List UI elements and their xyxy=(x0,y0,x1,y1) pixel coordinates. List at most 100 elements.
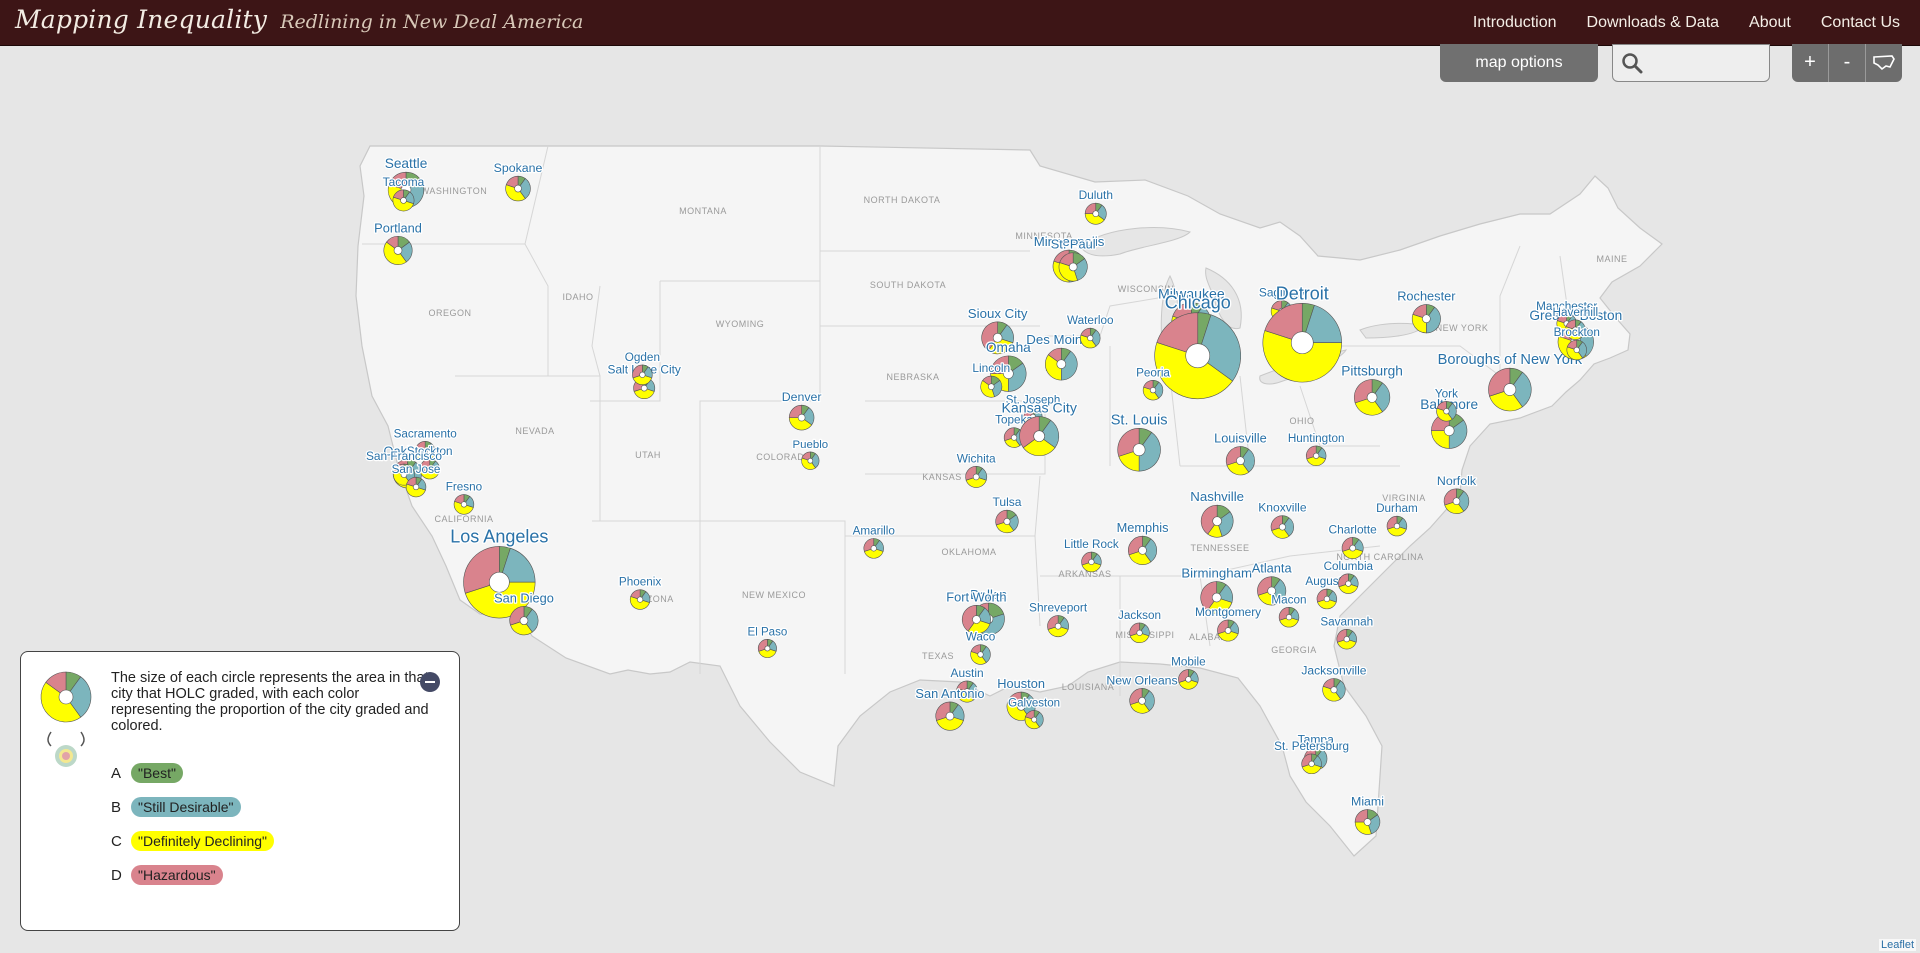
donut-hole xyxy=(514,184,522,193)
city-label[interactable]: Huntington xyxy=(1287,431,1346,447)
zoom-out-button[interactable]: - xyxy=(1829,44,1866,82)
nav-about[interactable]: About xyxy=(1749,14,1791,32)
site-brand[interactable]: Mapping Inequality Redlining in New Deal… xyxy=(15,5,583,34)
city-label[interactable]: Nashville xyxy=(1189,488,1245,506)
donut-hole xyxy=(640,384,648,392)
city-label[interactable]: Atlanta xyxy=(1250,559,1293,577)
city-label[interactable]: Waterloo xyxy=(1066,313,1115,329)
city-label[interactable]: Los Angeles xyxy=(449,525,550,548)
leaflet-attribution[interactable]: Leaflet xyxy=(1878,939,1916,951)
city-label[interactable]: Little Rock xyxy=(1063,537,1120,553)
city-label[interactable]: Houston xyxy=(996,675,1046,693)
city-label[interactable]: Peoria xyxy=(1135,365,1172,381)
city-label[interactable]: Detroit xyxy=(1274,282,1330,305)
donut-hole xyxy=(58,689,74,705)
city-label[interactable]: Waco xyxy=(965,629,998,645)
top-navbar: Mapping Inequality Redlining in New Deal… xyxy=(0,0,1920,46)
city-label[interactable]: Austin xyxy=(949,665,985,682)
city-label[interactable]: Seattle xyxy=(383,155,428,173)
city-label[interactable]: Norfolk xyxy=(1436,473,1478,490)
city-label[interactable]: San Antonio xyxy=(914,685,986,703)
city-label[interactable]: Omaha xyxy=(985,339,1033,357)
city-label[interactable]: Amarillo xyxy=(851,523,896,539)
city-label[interactable]: Pittsburgh xyxy=(1340,362,1404,380)
reset-view-button[interactable] xyxy=(1866,44,1902,82)
map-options-button[interactable]: map options xyxy=(1440,44,1598,82)
rotate-arrow-right-icon xyxy=(80,731,85,747)
city-label[interactable]: Wichita xyxy=(955,450,997,467)
city-label[interactable]: St. Louis xyxy=(1109,411,1168,430)
city-label[interactable]: Memphis xyxy=(1115,519,1169,537)
state-label-south-dakota: SOUTH DAKOTA xyxy=(870,280,946,290)
city-label[interactable]: Tacoma xyxy=(381,174,426,191)
city-label[interactable]: Miami xyxy=(1350,793,1385,810)
city-label[interactable]: Macon xyxy=(1270,592,1308,608)
city-label[interactable]: San Francisco xyxy=(365,448,444,465)
donut-hole xyxy=(1452,497,1461,505)
nav-contact-us[interactable]: Contact Us xyxy=(1821,14,1900,32)
city-label[interactable]: Duluth xyxy=(1077,187,1114,204)
donut-hole xyxy=(1054,622,1062,630)
nav-introduction[interactable]: Introduction xyxy=(1473,14,1557,32)
state-label-texas: TEXAS xyxy=(922,651,954,661)
legend-collapse-button[interactable] xyxy=(420,672,440,692)
city-label[interactable]: St. Paul xyxy=(1049,235,1096,253)
grade-pill-best: "Best" xyxy=(131,763,183,783)
city-label[interactable]: Tulsa xyxy=(991,494,1023,511)
search-box[interactable] xyxy=(1612,44,1770,82)
city-label[interactable]: Galveston xyxy=(1007,696,1061,711)
zoom-in-button[interactable]: + xyxy=(1792,44,1829,82)
city-label[interactable]: Sacramento xyxy=(392,426,458,442)
city-label[interactable]: Spokane xyxy=(492,160,543,177)
city-marker-new-orleans[interactable]: New Orleans xyxy=(1105,672,1179,714)
city-label[interactable]: Knoxville xyxy=(1257,499,1308,516)
city-label[interactable]: Montgomery xyxy=(1194,604,1263,621)
donut-hole xyxy=(1031,716,1038,723)
city-label[interactable]: Rochester xyxy=(1396,287,1458,305)
city-label[interactable]: Lincoln xyxy=(971,360,1011,377)
city-label[interactable]: Chicago xyxy=(1163,291,1232,314)
city-label[interactable]: San Diego xyxy=(493,589,555,607)
city-label[interactable]: St. Petersburg xyxy=(1273,739,1350,755)
city-label[interactable]: Phoenix xyxy=(618,574,663,590)
donut-hole xyxy=(1092,210,1100,217)
city-label[interactable]: Shreveport xyxy=(1028,599,1089,616)
donut-hole xyxy=(488,571,510,593)
donut-hole xyxy=(1285,614,1293,621)
donut-hole xyxy=(1330,686,1338,694)
city-label[interactable]: Jacksonville xyxy=(1300,662,1368,679)
city-label[interactable]: Jackson xyxy=(1117,608,1163,624)
city-label[interactable]: Columbia xyxy=(1322,559,1374,575)
city-marker-chicago[interactable]: Chicago xyxy=(1154,291,1242,399)
site-title: Mapping Inequality xyxy=(15,5,268,34)
city-label[interactable]: Fresno xyxy=(444,479,483,495)
city-label[interactable]: Fort Worth xyxy=(945,588,1008,606)
search-input[interactable] xyxy=(1647,51,1763,77)
city-label[interactable]: Denver xyxy=(780,389,822,406)
city-label[interactable]: Louisville xyxy=(1213,429,1268,447)
city-label[interactable]: Savannah xyxy=(1319,614,1374,630)
city-label[interactable]: San Jose xyxy=(390,462,441,478)
city-label[interactable]: Durham xyxy=(1375,501,1419,517)
city-label[interactable]: New Orleans xyxy=(1105,672,1179,689)
city-label[interactable]: Mobile xyxy=(1170,654,1207,670)
state-label-oklahoma: OKLAHOMA xyxy=(941,547,996,557)
city-label[interactable]: York xyxy=(1434,386,1460,402)
city-label[interactable]: Haverhill xyxy=(1551,305,1599,321)
donut-hole xyxy=(1138,697,1146,705)
city-label[interactable]: Boroughs of New York xyxy=(1436,351,1584,370)
city-marker-san-antonio[interactable]: San Antonio xyxy=(914,685,986,731)
city-label[interactable]: Ogden xyxy=(624,350,662,366)
city-label[interactable]: Sioux City xyxy=(967,305,1030,323)
city-label[interactable]: Kansas City xyxy=(1000,398,1079,417)
city-label[interactable]: Pueblo xyxy=(791,438,829,453)
city-label[interactable]: Brockton xyxy=(1552,325,1601,341)
city-label[interactable]: El Paso xyxy=(746,625,788,640)
city-label[interactable]: Charlotte xyxy=(1327,521,1378,538)
donut-hole xyxy=(412,483,420,491)
city-label[interactable]: Birmingham xyxy=(1180,564,1253,582)
city-label[interactable]: Portland xyxy=(373,219,423,237)
nav-downloads-data[interactable]: Downloads & Data xyxy=(1587,14,1720,32)
state-label-nebraska: NEBRASKA xyxy=(886,372,939,382)
state-label-maine: MAINE xyxy=(1596,254,1627,264)
